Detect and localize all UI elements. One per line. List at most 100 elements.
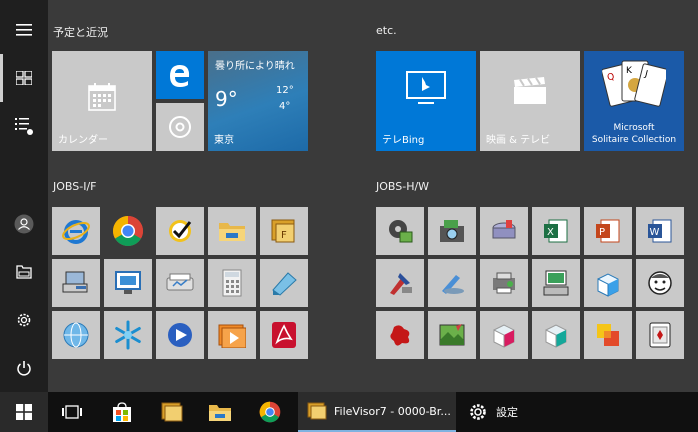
pen-tablet-icon [442,275,464,294]
paint-splash-icon [390,325,410,346]
network-tile[interactable] [52,259,100,307]
calculator-tile[interactable] [208,259,256,307]
hw-tile-18[interactable] [636,311,684,359]
tiles-view-button[interactable] [0,54,48,102]
groove-music-tile[interactable] [156,103,204,151]
chrome-icon [259,401,281,423]
hw-tile-1[interactable] [376,207,424,255]
user-account-button[interactable] [0,200,48,248]
hw-tile-12[interactable] [636,259,684,307]
taskbar-chrome-button[interactable] [248,392,292,432]
chrome-icon [112,216,144,247]
camera-photo-icon [440,220,464,242]
calendar-tile[interactable]: カレンダー [52,51,152,151]
task-view-button[interactable] [50,392,94,432]
settings-label: 設定 [496,406,518,419]
windows-logo-icon [16,404,32,420]
taskbar-filevisor-window-button[interactable]: FileVisor7 - 0000-Br... [298,392,456,432]
internet-globe-tile[interactable] [52,311,100,359]
hw-tile-9[interactable] [480,259,528,307]
weather-condition: 曇り所により晴れ [215,61,295,72]
picture-edit-icon [439,324,465,346]
start-button[interactable] [0,392,48,432]
user-icon [14,214,34,234]
tv-bing-icon [406,71,446,104]
word-tile[interactable]: W [636,207,684,255]
store-button[interactable] [100,392,144,432]
hw-tile-16[interactable] [532,311,580,359]
bing-tile-label: テレBing [382,135,425,146]
play-circle-icon [168,323,192,347]
weather-low: 4° [279,101,291,112]
task-view-icon [62,405,82,419]
powerpoint-icon: P [596,219,620,243]
folder-icon [16,265,32,279]
cube-box-icon [597,273,619,297]
internet-explorer-icon [62,220,90,244]
hamburger-menu-button[interactable] [0,6,48,54]
power-icon [17,361,31,376]
taskbar-explorer-button[interactable] [198,392,242,432]
svg-text:F: F [281,230,287,241]
scanner-tile[interactable] [156,259,204,307]
snowflake-app-tile[interactable] [104,311,152,359]
movies-tv-tile[interactable]: 映画 & テレビ [480,51,580,151]
acrobat-reader-tile[interactable] [260,311,308,359]
powerpoint-tile[interactable]: P [584,207,632,255]
excel-tile[interactable]: X [532,207,580,255]
store-bag-icon [113,402,131,422]
taskbar-settings-button[interactable]: 設定 [460,392,540,432]
movies-tile-label: 映画 & テレビ [486,135,551,146]
hw-tile-14[interactable] [428,311,476,359]
excel-icon: X [544,219,568,243]
check-badge-icon [169,220,192,242]
explorer-folder-tile[interactable] [208,207,256,255]
hw-tile-10[interactable] [532,259,580,307]
globe-icon [63,322,89,348]
edge-tile[interactable] [156,51,204,99]
ie-tile[interactable] [52,207,100,255]
yellow-folder-icon [209,405,231,421]
weather-tile[interactable]: 曇り所により晴れ 9° 12° 4° 東京 [208,51,308,151]
hw-tile-2[interactable] [428,207,476,255]
weather-high: 12° [276,85,294,96]
chrome-tile[interactable] [104,207,152,255]
yellow-folder-icon [219,223,245,241]
solitaire-label-line2: Solitaire Collection [591,135,677,145]
remote-desktop-tile[interactable] [104,259,152,307]
hw-tile-7[interactable] [376,259,424,307]
hw-tile-11[interactable] [584,259,632,307]
media-player-tile[interactable] [156,311,204,359]
hw-tile-17[interactable] [584,311,632,359]
taskbar-filevisor-icon-button[interactable] [150,392,194,432]
snipping-tool-tile[interactable] [260,259,308,307]
all-apps-button[interactable] [0,102,48,150]
scanner-icon [166,273,194,291]
calendar-icon [88,83,116,111]
filevisor-tile[interactable]: F [260,207,308,255]
filevisor-window-title: FileVisor7 - 0000-Br... [334,404,451,418]
pdf-icon [272,322,296,348]
power-button[interactable] [0,344,48,392]
filevisor-icon: F [271,219,295,243]
filevisor-icon [161,402,183,422]
hw-tile-8[interactable] [428,259,476,307]
hamburger-icon [16,24,32,36]
tools-icon [390,273,412,295]
video-player-tile[interactable] [208,311,256,359]
file-explorer-button[interactable] [0,248,48,296]
svg-text:X: X [547,227,554,238]
weather-temp: 9° [215,87,238,111]
hw-tile-15[interactable] [480,311,528,359]
solitaire-tile[interactable]: Q K J Microsoft Solitaire Collection [584,51,684,151]
hw-tile-13[interactable] [376,311,424,359]
face-icon [648,271,672,295]
bing-tv-tile[interactable]: テレBing [376,51,476,151]
settings-button[interactable] [0,296,48,344]
gear-icon [17,313,31,327]
weather-city: 東京 [214,135,234,146]
norton-tile[interactable] [156,207,204,255]
hw-tile-3[interactable] [480,207,528,255]
playing-cards-icon: Q K J [602,60,666,107]
list-icon [15,118,33,135]
